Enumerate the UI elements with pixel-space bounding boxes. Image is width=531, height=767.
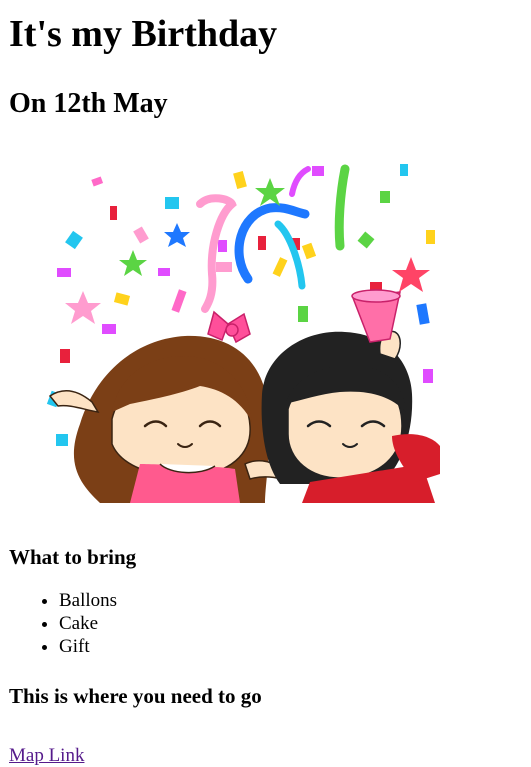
page: It's my Birthday On 12th May What to bri… [0,11,531,767]
list-item: Cake [59,612,522,635]
event-date: On 12th May [9,88,168,119]
bring-heading: What to bring [9,545,137,569]
list-item: Gift [59,635,522,658]
boy-character [261,289,440,503]
page-title: It's my Birthday [9,13,278,55]
birthday-party-image [46,164,440,503]
directions-heading: This is where you need to go [9,684,262,708]
map-link[interactable]: Map Link [9,744,84,767]
girl-character [48,310,283,503]
bring-list: Ballons Cake Gift [9,589,522,658]
list-item: Ballons [59,589,522,612]
